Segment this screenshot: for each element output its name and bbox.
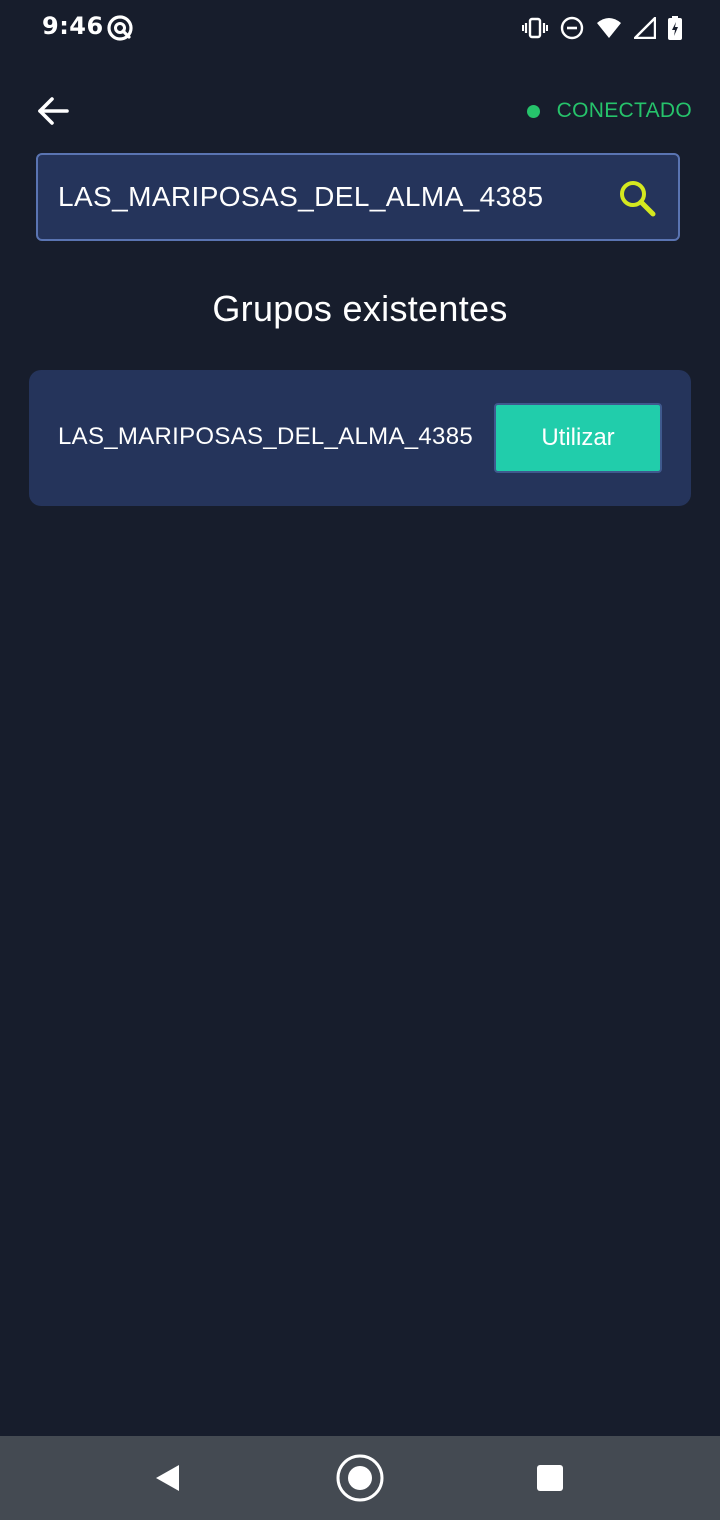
battery-charging-icon xyxy=(668,16,682,40)
search-box xyxy=(36,153,680,241)
group-name: LAS_MARIPOSAS_DEL_ALMA_4385 xyxy=(58,423,473,450)
nav-home-button[interactable] xyxy=(335,1454,385,1502)
recents-square-icon xyxy=(537,1465,563,1491)
search-button[interactable] xyxy=(614,175,660,221)
navigation-bar xyxy=(0,1436,720,1520)
app-notification-icon xyxy=(106,14,134,42)
vibrate-icon xyxy=(522,17,548,39)
search-input[interactable] xyxy=(58,155,598,239)
nav-back-button[interactable] xyxy=(142,1456,192,1500)
signal-icon xyxy=(634,17,656,39)
status-icons xyxy=(522,14,682,42)
wifi-icon xyxy=(596,17,622,39)
search-icon xyxy=(620,181,656,217)
back-triangle-icon xyxy=(156,1465,179,1491)
connection-status: CONECTADO xyxy=(526,96,692,126)
screen: 9:46 CONECTADO LAS_MARIPOSAS_DEL_ALMA_43… xyxy=(0,0,720,1520)
section-title: Grupos existentes xyxy=(212,288,508,329)
status-bar: 9:46 xyxy=(0,0,720,56)
use-group-button[interactable]: Utilizar xyxy=(494,403,662,473)
connection-dot xyxy=(526,104,540,118)
back-button[interactable] xyxy=(30,88,76,134)
nav-recents-button[interactable] xyxy=(525,1456,575,1500)
group-card: LAS_MARIPOSAS_DEL_ALMA_4385 Utilizar xyxy=(29,370,691,506)
do-not-disturb-icon xyxy=(560,16,584,40)
home-circle-icon xyxy=(336,1454,384,1502)
arrow-left-icon xyxy=(38,97,69,125)
status-time: 9:46 xyxy=(42,12,104,40)
connection-label: CONECTADO xyxy=(556,99,692,122)
